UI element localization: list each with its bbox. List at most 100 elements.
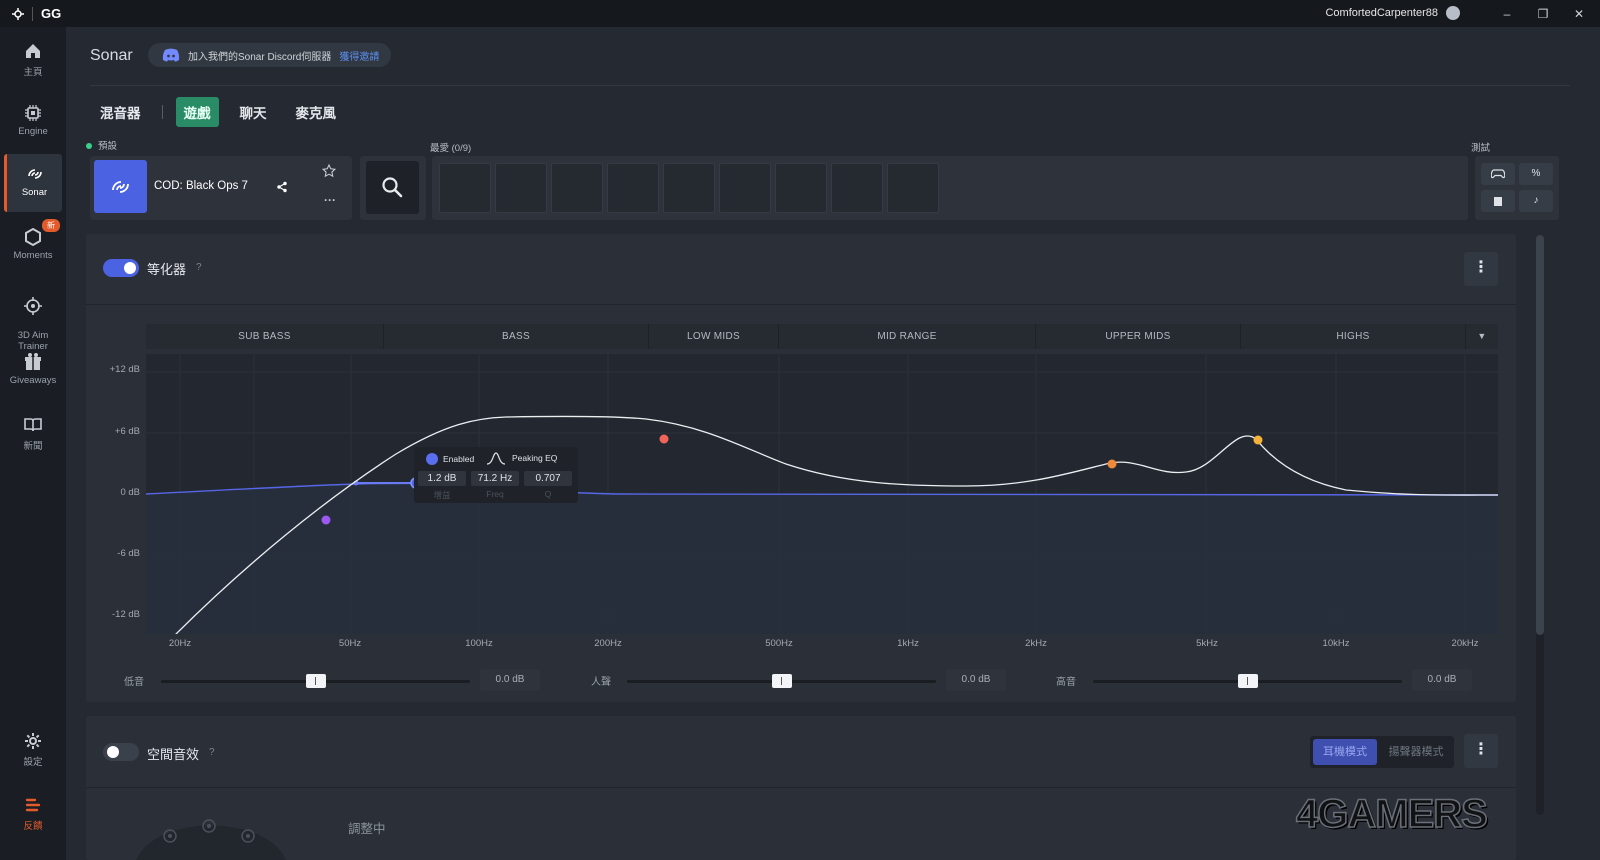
eq-curve-canvas[interactable] [145,354,1499,637]
tab-mixer[interactable]: 混音器 [92,97,149,127]
eq-area-fill [146,484,1498,634]
band-dropdown[interactable]: ▼ [1466,324,1498,349]
sidebar-item-label: Moments [13,250,53,261]
tab-chat[interactable]: 聊天 [232,97,275,127]
band-low-mids[interactable]: LOW MIDS [649,324,779,349]
tab-game[interactable]: 遊戲 [175,97,219,127]
spatial-status: 調整中 [348,822,386,836]
discord-text: 加入我們的Sonar Discord伺服器 [188,51,332,63]
band-sub-bass[interactable]: SUB BASS [146,324,384,349]
band-highs[interactable]: HIGHS [1241,324,1466,349]
favorite-slot[interactable] [551,163,603,213]
favorite-slot[interactable] [775,163,827,213]
sidebar-item-moments[interactable]: 新 Moments [4,219,62,275]
gain-value[interactable]: 1.2 dB [418,471,466,486]
equalizer-help-icon[interactable]: ? [196,262,202,273]
scrollbar[interactable] [1536,235,1544,815]
voice-value[interactable]: 0.0 dB [946,669,1006,691]
favorites-bar [432,156,1468,220]
treble-slider[interactable] [1093,674,1402,688]
favorite-slot[interactable] [607,163,659,213]
star-icon[interactable] [322,164,336,178]
favorite-slot[interactable] [887,163,939,213]
treble-slider-thumb[interactable] [1237,674,1258,688]
close-button[interactable]: ✕ [1564,4,1594,24]
sidebar: 主頁 Engine Sonar 新 Moments 3D Aim Trainer… [0,27,66,860]
bass-value[interactable]: 0.0 dB [480,669,540,691]
equalizer-toggle[interactable] [103,259,139,277]
sidebar-item-engine[interactable]: Engine [4,103,62,147]
share-icon[interactable] [276,181,288,193]
discord-banner[interactable]: 加入我們的Sonar Discord伺服器 獲得邀請 [148,43,392,67]
new-badge: 新 [42,219,60,232]
test-percent-button[interactable]: % [1519,163,1553,185]
preset-status-dot [86,143,92,149]
x-tick: 1kHz [897,638,919,649]
x-tick: 500Hz [765,638,793,649]
band-upper-mids[interactable]: UPPER MIDS [1036,324,1241,349]
sidebar-item-giveaways[interactable]: Giveaways [4,352,62,396]
more-icon[interactable]: ··· [322,194,338,210]
maximize-button[interactable]: ❐ [1528,4,1558,24]
minimize-button[interactable]: – [1492,4,1522,24]
freq-value[interactable]: 71.2 Hz [471,471,519,486]
sidebar-item-news[interactable]: 新聞 [4,415,62,455]
spatial-audio-toggle[interactable] [103,743,139,761]
q-value[interactable]: 0.707 [524,471,572,486]
eq-point-mid[interactable] [659,434,669,444]
equalizer-menu-button[interactable]: ⋮ [1464,252,1498,286]
favorite-slot[interactable] [831,163,883,213]
enabled-indicator[interactable] [426,453,438,465]
sidebar-item-feedback[interactable]: 反饋 [4,795,62,835]
voice-slider-label: 人聲 [591,677,611,688]
avatar[interactable] [1446,6,1460,20]
sidebar-item-settings[interactable]: 設定 [4,731,62,771]
discord-invite-link[interactable]: 獲得邀請 [339,48,379,63]
bass-slider[interactable] [161,674,470,688]
mode-switch: 耳機模式 揚聲器模式 [1310,736,1454,768]
sidebar-item-aim-trainer[interactable]: 3D Aim Trainer [4,285,62,352]
favorite-slot[interactable] [495,163,547,213]
preset-thumbnail [94,160,147,213]
gift-icon [25,353,41,370]
speaker-mode-button[interactable]: 揚聲器模式 [1380,739,1452,765]
favorite-slot[interactable] [439,163,491,213]
test-stop-button[interactable] [1481,190,1515,212]
preset-card[interactable]: COD: Black Ops 7 ··· [90,156,352,220]
gain-label: 增益 [433,490,451,500]
band-mid-range[interactable]: MID RANGE [779,324,1036,349]
main-content: Sonar 加入我們的Sonar Discord伺服器 獲得邀請 混音器 遊戲 … [66,27,1600,860]
eq-graph[interactable]: Enabled Peaking EQ 1.2 dB 71.2 Hz 0.707 … [145,354,1499,637]
preset-name: COD: Black Ops 7 [154,180,248,192]
test-music-button[interactable]: ♪ [1519,190,1553,212]
tab-microphone[interactable]: 麥克風 [288,97,345,127]
favorites-label: 最愛 (0/9) [430,143,472,154]
preset-search[interactable] [360,156,426,220]
favorite-slot[interactable] [663,163,715,213]
spatial-audio-help-icon[interactable]: ? [209,747,215,758]
bass-slider-label: 低音 [124,677,144,688]
sidebar-item-sonar[interactable]: Sonar [4,154,62,212]
eq-point-high[interactable] [1253,435,1263,445]
sidebar-item-home[interactable]: 主頁 [4,41,62,85]
toggle-knob [124,262,136,274]
treble-value[interactable]: 0.0 dB [1412,669,1472,691]
home-icon [26,44,40,58]
user-account[interactable]: ComfortedCarpenter88 [1325,6,1460,20]
voice-slider[interactable] [627,674,936,688]
eq-point-sub-bass[interactable] [321,515,331,525]
bass-slider-thumb[interactable] [305,674,326,688]
sidebar-item-label: Giveaways [9,375,57,386]
favorite-slot[interactable] [719,163,771,213]
headphone-mode-button[interactable]: 耳機模式 [1313,739,1377,765]
spatial-audio-menu-button[interactable]: ⋮ [1464,734,1498,768]
y-tick: +6 dB [114,426,140,437]
test-gamepad-button[interactable] [1481,163,1515,185]
app-name: GG [41,6,62,21]
search-button[interactable] [366,161,419,214]
eq-point-upper-mid[interactable] [1107,459,1117,469]
voice-slider-thumb[interactable] [771,674,792,688]
scrollbar-thumb[interactable] [1536,235,1544,635]
search-icon [382,177,403,198]
band-bass[interactable]: BASS [384,324,649,349]
